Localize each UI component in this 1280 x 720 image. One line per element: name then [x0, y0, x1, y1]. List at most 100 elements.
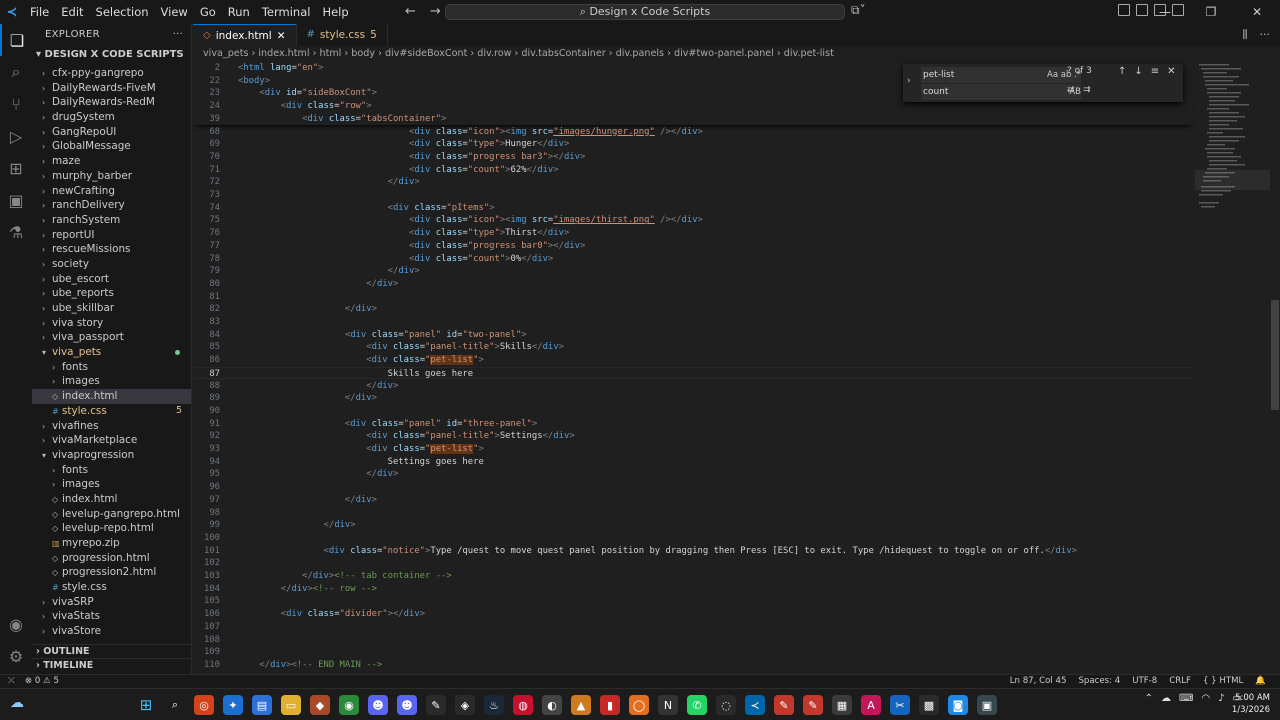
- end-of-line[interactable]: CRLF: [1169, 675, 1191, 688]
- volume-icon[interactable]: ♪: [1218, 693, 1224, 704]
- menu-item-selection[interactable]: Selection: [90, 0, 155, 24]
- scrollbar-thumb[interactable]: [1271, 300, 1279, 410]
- command-center[interactable]: ⌕ Design x Code Scripts: [445, 4, 845, 20]
- folder-item[interactable]: › rescueMissions: [32, 242, 191, 257]
- minimize-icon[interactable]: —: [1142, 5, 1188, 19]
- cursor-position[interactable]: Ln 87, Col 45: [1010, 675, 1067, 688]
- file-item[interactable]: ◇ progression2.html: [32, 565, 191, 580]
- file-explorer-icon[interactable]: ▭: [281, 695, 301, 715]
- code-line[interactable]: 68 <div class="icon"><img src="images/hu…: [193, 126, 1193, 139]
- folder-item[interactable]: › ube_skillbar: [32, 301, 191, 316]
- app-icon[interactable]: ✎: [774, 695, 794, 715]
- find-input[interactable]: pet-list Aa ab .*: [921, 67, 1081, 83]
- folder-item[interactable]: › newCrafting: [32, 184, 191, 199]
- app-icon[interactable]: A: [861, 695, 881, 715]
- folder-item[interactable]: › fonts: [32, 463, 191, 478]
- extensions-icon[interactable]: ⊞: [0, 152, 32, 184]
- problems-indicator[interactable]: ⊗ 0 ⚠ 5: [25, 675, 59, 688]
- folder-item[interactable]: › viva story: [32, 316, 191, 331]
- code-line[interactable]: 99 </div>: [193, 519, 1193, 532]
- code-line[interactable]: 78 <div class="count">0%</div>: [193, 253, 1193, 266]
- breadcrumb-item[interactable]: div.row: [477, 48, 511, 59]
- file-item[interactable]: ◇ progression.html: [32, 551, 191, 566]
- wifi-icon[interactable]: ◠: [1201, 693, 1210, 704]
- app-icon[interactable]: ✂: [890, 695, 910, 715]
- code-editor[interactable]: 2 <html lang="en"> 22 <body> 23 <div id="sid…: [193, 62, 1195, 674]
- code-line[interactable]: 74 <div class="pItems">: [193, 202, 1193, 215]
- file-item[interactable]: ◇ index.html: [32, 389, 191, 404]
- code-line[interactable]: 72 </div>: [193, 176, 1193, 189]
- indentation[interactable]: Spaces: 4: [1078, 675, 1120, 688]
- tab-index-html[interactable]: ◇ index.html ✕: [193, 24, 297, 46]
- show-hidden-icons-icon[interactable]: ⌃: [1145, 693, 1153, 704]
- code-line[interactable]: 70 <div class="progress bar3"></div>: [193, 151, 1193, 164]
- breadcrumb-item[interactable]: div.tabsContainer: [521, 48, 605, 59]
- code-line[interactable]: 94 Settings goes here: [193, 456, 1193, 469]
- cloud-icon[interactable]: ☁: [1161, 693, 1171, 704]
- breadcrumb-item[interactable]: div.panels: [616, 48, 664, 59]
- folder-item[interactable]: › vivaStore: [32, 624, 191, 639]
- replace-all-icon[interactable]: ⇉: [1083, 85, 1091, 95]
- steam-icon[interactable]: ♨: [484, 695, 504, 715]
- encoding[interactable]: UTF-8: [1132, 675, 1157, 688]
- breadcrumb-item[interactable]: div.pet-list: [784, 48, 834, 59]
- code-line[interactable]: 95 </div>: [193, 468, 1193, 481]
- app-icon[interactable]: ✎: [426, 695, 446, 715]
- app-icon[interactable]: ◯: [629, 695, 649, 715]
- folder-item[interactable]: › GangRepoUI: [32, 125, 191, 140]
- chrome-icon[interactable]: ◉: [339, 695, 359, 715]
- discord-icon[interactable]: ☻: [397, 695, 417, 715]
- folder-item[interactable]: › images: [32, 477, 191, 492]
- app-icon[interactable]: ▣: [977, 695, 997, 715]
- workspace-root[interactable]: ▾ DESIGN X CODE SCRIPTS: [32, 46, 191, 64]
- folder-item[interactable]: › ranchSystem: [32, 213, 191, 228]
- minimap[interactable]: [1195, 62, 1270, 674]
- testing-icon[interactable]: ⚗: [0, 216, 32, 248]
- code-line[interactable]: 108: [193, 634, 1193, 647]
- folder-item[interactable]: › cfx-ppy-gangrepo: [32, 66, 191, 81]
- file-item[interactable]: ◇ levelup-repo.html: [32, 521, 191, 536]
- code-line[interactable]: 71 <div class="count">62%</div>: [193, 164, 1193, 177]
- app-icon[interactable]: ▮: [600, 695, 620, 715]
- whatsapp-icon[interactable]: ✆: [687, 695, 707, 715]
- close-find-icon[interactable]: ✕: [1167, 66, 1175, 77]
- app-icon[interactable]: ◌: [716, 695, 736, 715]
- menu-item-run[interactable]: Run: [222, 0, 256, 24]
- folder-item[interactable]: › ranchDelivery: [32, 198, 191, 213]
- folder-item[interactable]: › maze: [32, 154, 191, 169]
- menu-item-edit[interactable]: Edit: [55, 0, 89, 24]
- folder-item[interactable]: › ube_escort: [32, 272, 191, 287]
- menu-item-help[interactable]: Help: [316, 0, 354, 24]
- folder-item[interactable]: › vivafines: [32, 419, 191, 434]
- code-line[interactable]: 90: [193, 405, 1193, 418]
- discord-icon[interactable]: ☻: [368, 695, 388, 715]
- notifications-icon[interactable]: 🔔: [1255, 675, 1266, 688]
- folder-item[interactable]: › vivaMarketplace: [32, 433, 191, 448]
- code-line[interactable]: 76 <div class="type">Thirst</div>: [193, 227, 1193, 240]
- code-line[interactable]: 77 <div class="progress bar0"></div>: [193, 240, 1193, 253]
- folder-item[interactable]: › ube_reports: [32, 286, 191, 301]
- code-line[interactable]: 109: [193, 646, 1193, 659]
- breadcrumb-item[interactable]: html: [319, 48, 341, 59]
- code-line[interactable]: 79 </div>: [193, 265, 1193, 278]
- folder-item[interactable]: › murphy_barber: [32, 169, 191, 184]
- replace-input[interactable]: count AB: [921, 84, 1081, 100]
- breadcrumb-item[interactable]: body: [351, 48, 375, 59]
- code-line[interactable]: 73: [193, 189, 1193, 202]
- outline-section[interactable]: › OUTLINE: [32, 644, 191, 658]
- taskbar-search-icon[interactable]: ⌕: [165, 695, 185, 715]
- code-line[interactable]: 106 <div class="divider"></div>: [193, 608, 1193, 621]
- breadcrumb-item[interactable]: viva_pets: [203, 48, 248, 59]
- timeline-section[interactable]: › TIMELINE: [32, 658, 191, 672]
- code-line[interactable]: 100: [193, 532, 1193, 545]
- breadcrumb-item[interactable]: div#two-panel.panel: [674, 48, 774, 59]
- vscode-taskbar-icon[interactable]: ≺: [745, 695, 765, 715]
- code-line[interactable]: 85 <div class="panel-title">Skills</div>: [193, 341, 1193, 354]
- app-icon[interactable]: ◙: [948, 695, 968, 715]
- weather-icon[interactable]: ☁: [10, 695, 24, 711]
- menu-item-file[interactable]: File: [24, 0, 55, 24]
- code-line[interactable]: 82 </div>: [193, 303, 1193, 316]
- forward-arrow-icon[interactable]: →: [430, 0, 441, 24]
- code-line[interactable]: 83: [193, 316, 1193, 329]
- previous-match-icon[interactable]: ↑: [1118, 66, 1126, 77]
